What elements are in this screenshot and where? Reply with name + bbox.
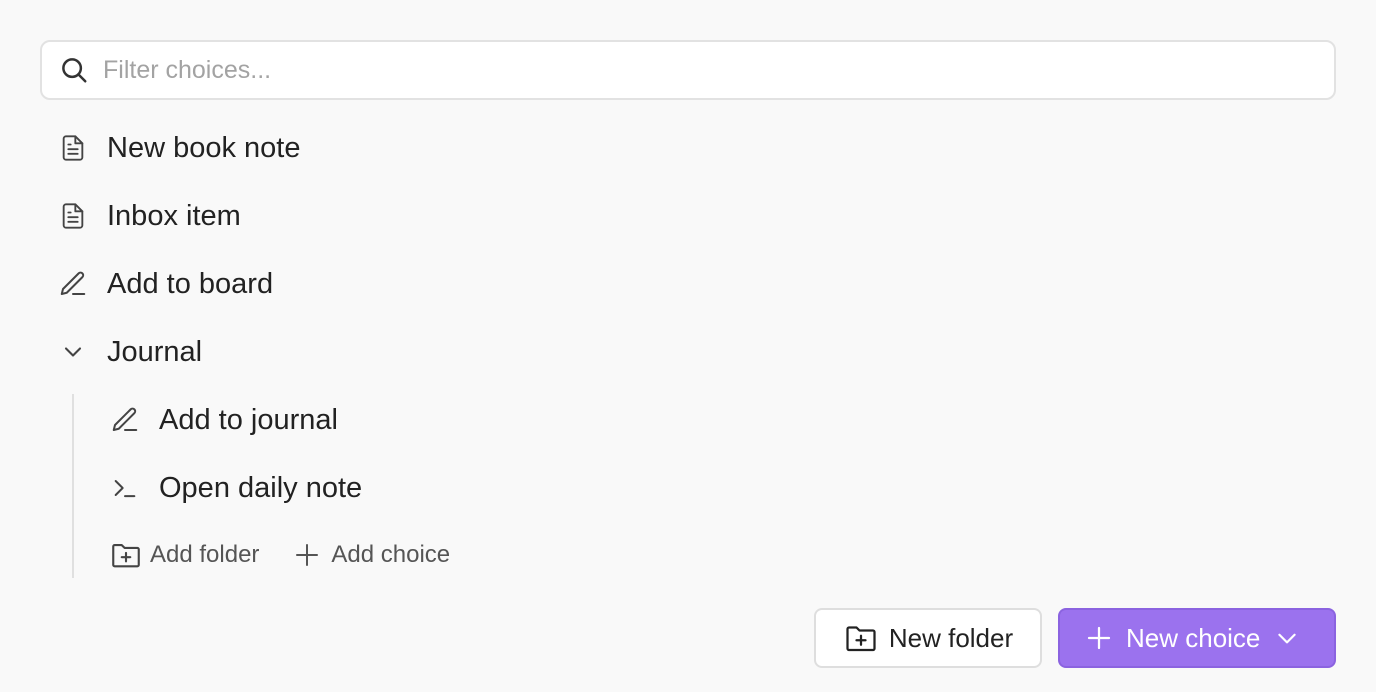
search-icon — [59, 55, 89, 85]
choice-label: Open daily note — [159, 471, 363, 504]
choice-item-add-to-board[interactable]: Add to board — [57, 256, 273, 312]
pencil-icon — [109, 404, 141, 436]
choices-panel: New book note Inbox item Add to board Jo… — [0, 0, 1376, 692]
choice-item-open-daily-note[interactable]: Open daily note — [109, 460, 362, 516]
plus-icon — [289, 537, 325, 573]
document-icon — [57, 200, 89, 232]
folder-item-journal[interactable]: Journal — [57, 324, 202, 380]
folder-label: Journal — [107, 335, 203, 368]
add-choice-button[interactable]: Add choice — [289, 536, 450, 574]
pencil-icon — [57, 268, 89, 300]
new-folder-button[interactable]: New folder — [814, 608, 1042, 668]
choice-label: Add to journal — [159, 403, 338, 436]
choice-label: Inbox item — [107, 199, 241, 232]
new-folder-label: New folder — [888, 622, 1014, 653]
folder-inline-actions: Add folder Add choice — [108, 536, 450, 574]
folder-indent-line — [72, 394, 74, 578]
choice-label: New book note — [107, 131, 301, 164]
add-choice-label: Add choice — [331, 541, 451, 568]
chevron-down-icon[interactable] — [1274, 625, 1300, 651]
choice-item-add-to-journal[interactable]: Add to journal — [109, 392, 338, 448]
document-icon — [57, 132, 89, 164]
choice-item-new-book-note[interactable]: New book note — [57, 120, 300, 176]
filter-search-box[interactable] — [40, 40, 1336, 100]
chevron-down-icon[interactable] — [57, 336, 89, 368]
terminal-icon — [109, 472, 141, 504]
add-folder-label: Add folder — [150, 541, 260, 568]
new-choice-button[interactable]: New choice — [1058, 608, 1336, 668]
choice-item-inbox-item[interactable]: Inbox item — [57, 188, 241, 244]
new-choice-label: New choice — [1126, 622, 1261, 653]
folder-plus-icon — [843, 620, 879, 656]
folder-plus-icon — [108, 537, 144, 573]
add-folder-button[interactable]: Add folder — [108, 536, 259, 574]
plus-icon — [1084, 623, 1114, 653]
choice-label: Add to board — [107, 267, 274, 300]
filter-input[interactable] — [103, 55, 1303, 85]
